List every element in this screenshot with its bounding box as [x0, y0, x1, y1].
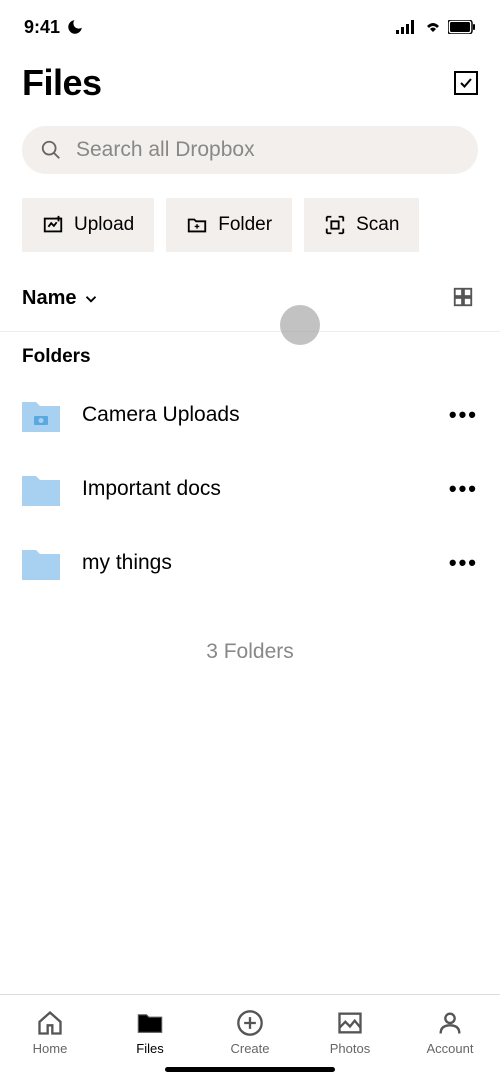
tab-home[interactable]: Home	[0, 995, 100, 1062]
folder-icon	[22, 472, 60, 506]
folder-filled-icon	[135, 1009, 165, 1037]
sort-button[interactable]: Name	[22, 287, 100, 310]
more-button[interactable]: •••	[449, 476, 478, 502]
status-time: 9:41	[24, 17, 84, 38]
tab-account[interactable]: Account	[400, 995, 500, 1062]
folder-button[interactable]: Folder	[166, 198, 292, 252]
battery-icon	[448, 20, 476, 34]
status-indicators	[396, 20, 476, 34]
folder-item[interactable]: Important docs •••	[0, 452, 500, 526]
folder-item[interactable]: my things •••	[0, 526, 500, 600]
tab-label: Account	[427, 1041, 474, 1056]
upload-button[interactable]: Upload	[22, 198, 154, 252]
grid-view-button[interactable]	[448, 282, 478, 315]
folder-add-icon	[186, 214, 208, 236]
folder-item[interactable]: Camera Uploads •••	[0, 378, 500, 452]
page-header: Files	[0, 50, 500, 116]
moon-icon	[66, 18, 84, 36]
folder-list: Camera Uploads ••• Important docs ••• my…	[0, 378, 500, 600]
scan-label: Scan	[356, 214, 399, 236]
search-bar[interactable]	[22, 126, 478, 174]
action-row: Upload Folder Scan	[0, 184, 500, 266]
plus-circle-icon	[236, 1009, 264, 1037]
section-folders: Folders	[0, 332, 500, 378]
sort-label: Name	[22, 287, 76, 310]
tab-photos[interactable]: Photos	[300, 995, 400, 1062]
tab-files[interactable]: Files	[100, 995, 200, 1062]
folder-camera-icon	[22, 398, 60, 432]
folder-icon	[22, 546, 60, 580]
grid-icon	[452, 286, 474, 308]
tab-label: Create	[230, 1041, 269, 1056]
time-text: 9:41	[24, 17, 60, 38]
scan-icon	[324, 214, 346, 236]
photo-icon	[336, 1009, 364, 1037]
folder-name: my things	[82, 551, 427, 575]
page-title: Files	[22, 62, 102, 104]
home-icon	[36, 1009, 64, 1037]
tab-label: Photos	[330, 1041, 370, 1056]
tab-label: Files	[136, 1041, 163, 1056]
folder-name: Important docs	[82, 477, 427, 501]
upload-label: Upload	[74, 214, 134, 236]
search-icon	[40, 139, 62, 161]
select-button[interactable]	[454, 71, 478, 95]
tab-label: Home	[33, 1041, 68, 1056]
tab-create[interactable]: Create	[200, 995, 300, 1062]
person-icon	[436, 1009, 464, 1037]
folder-name: Camera Uploads	[82, 403, 427, 427]
chevron-down-icon	[82, 290, 100, 308]
home-indicator[interactable]	[165, 1067, 335, 1072]
checkmark-icon	[459, 76, 473, 90]
search-input[interactable]	[76, 138, 460, 162]
upload-icon	[42, 214, 64, 236]
scan-button[interactable]: Scan	[304, 198, 419, 252]
folder-count: 3 Folders	[0, 640, 500, 664]
wifi-icon	[424, 20, 442, 34]
folder-label: Folder	[218, 214, 272, 236]
more-button[interactable]: •••	[449, 550, 478, 576]
signal-icon	[396, 20, 418, 34]
status-bar: 9:41	[0, 0, 500, 50]
sort-row: Name	[0, 266, 500, 332]
more-button[interactable]: •••	[449, 402, 478, 428]
